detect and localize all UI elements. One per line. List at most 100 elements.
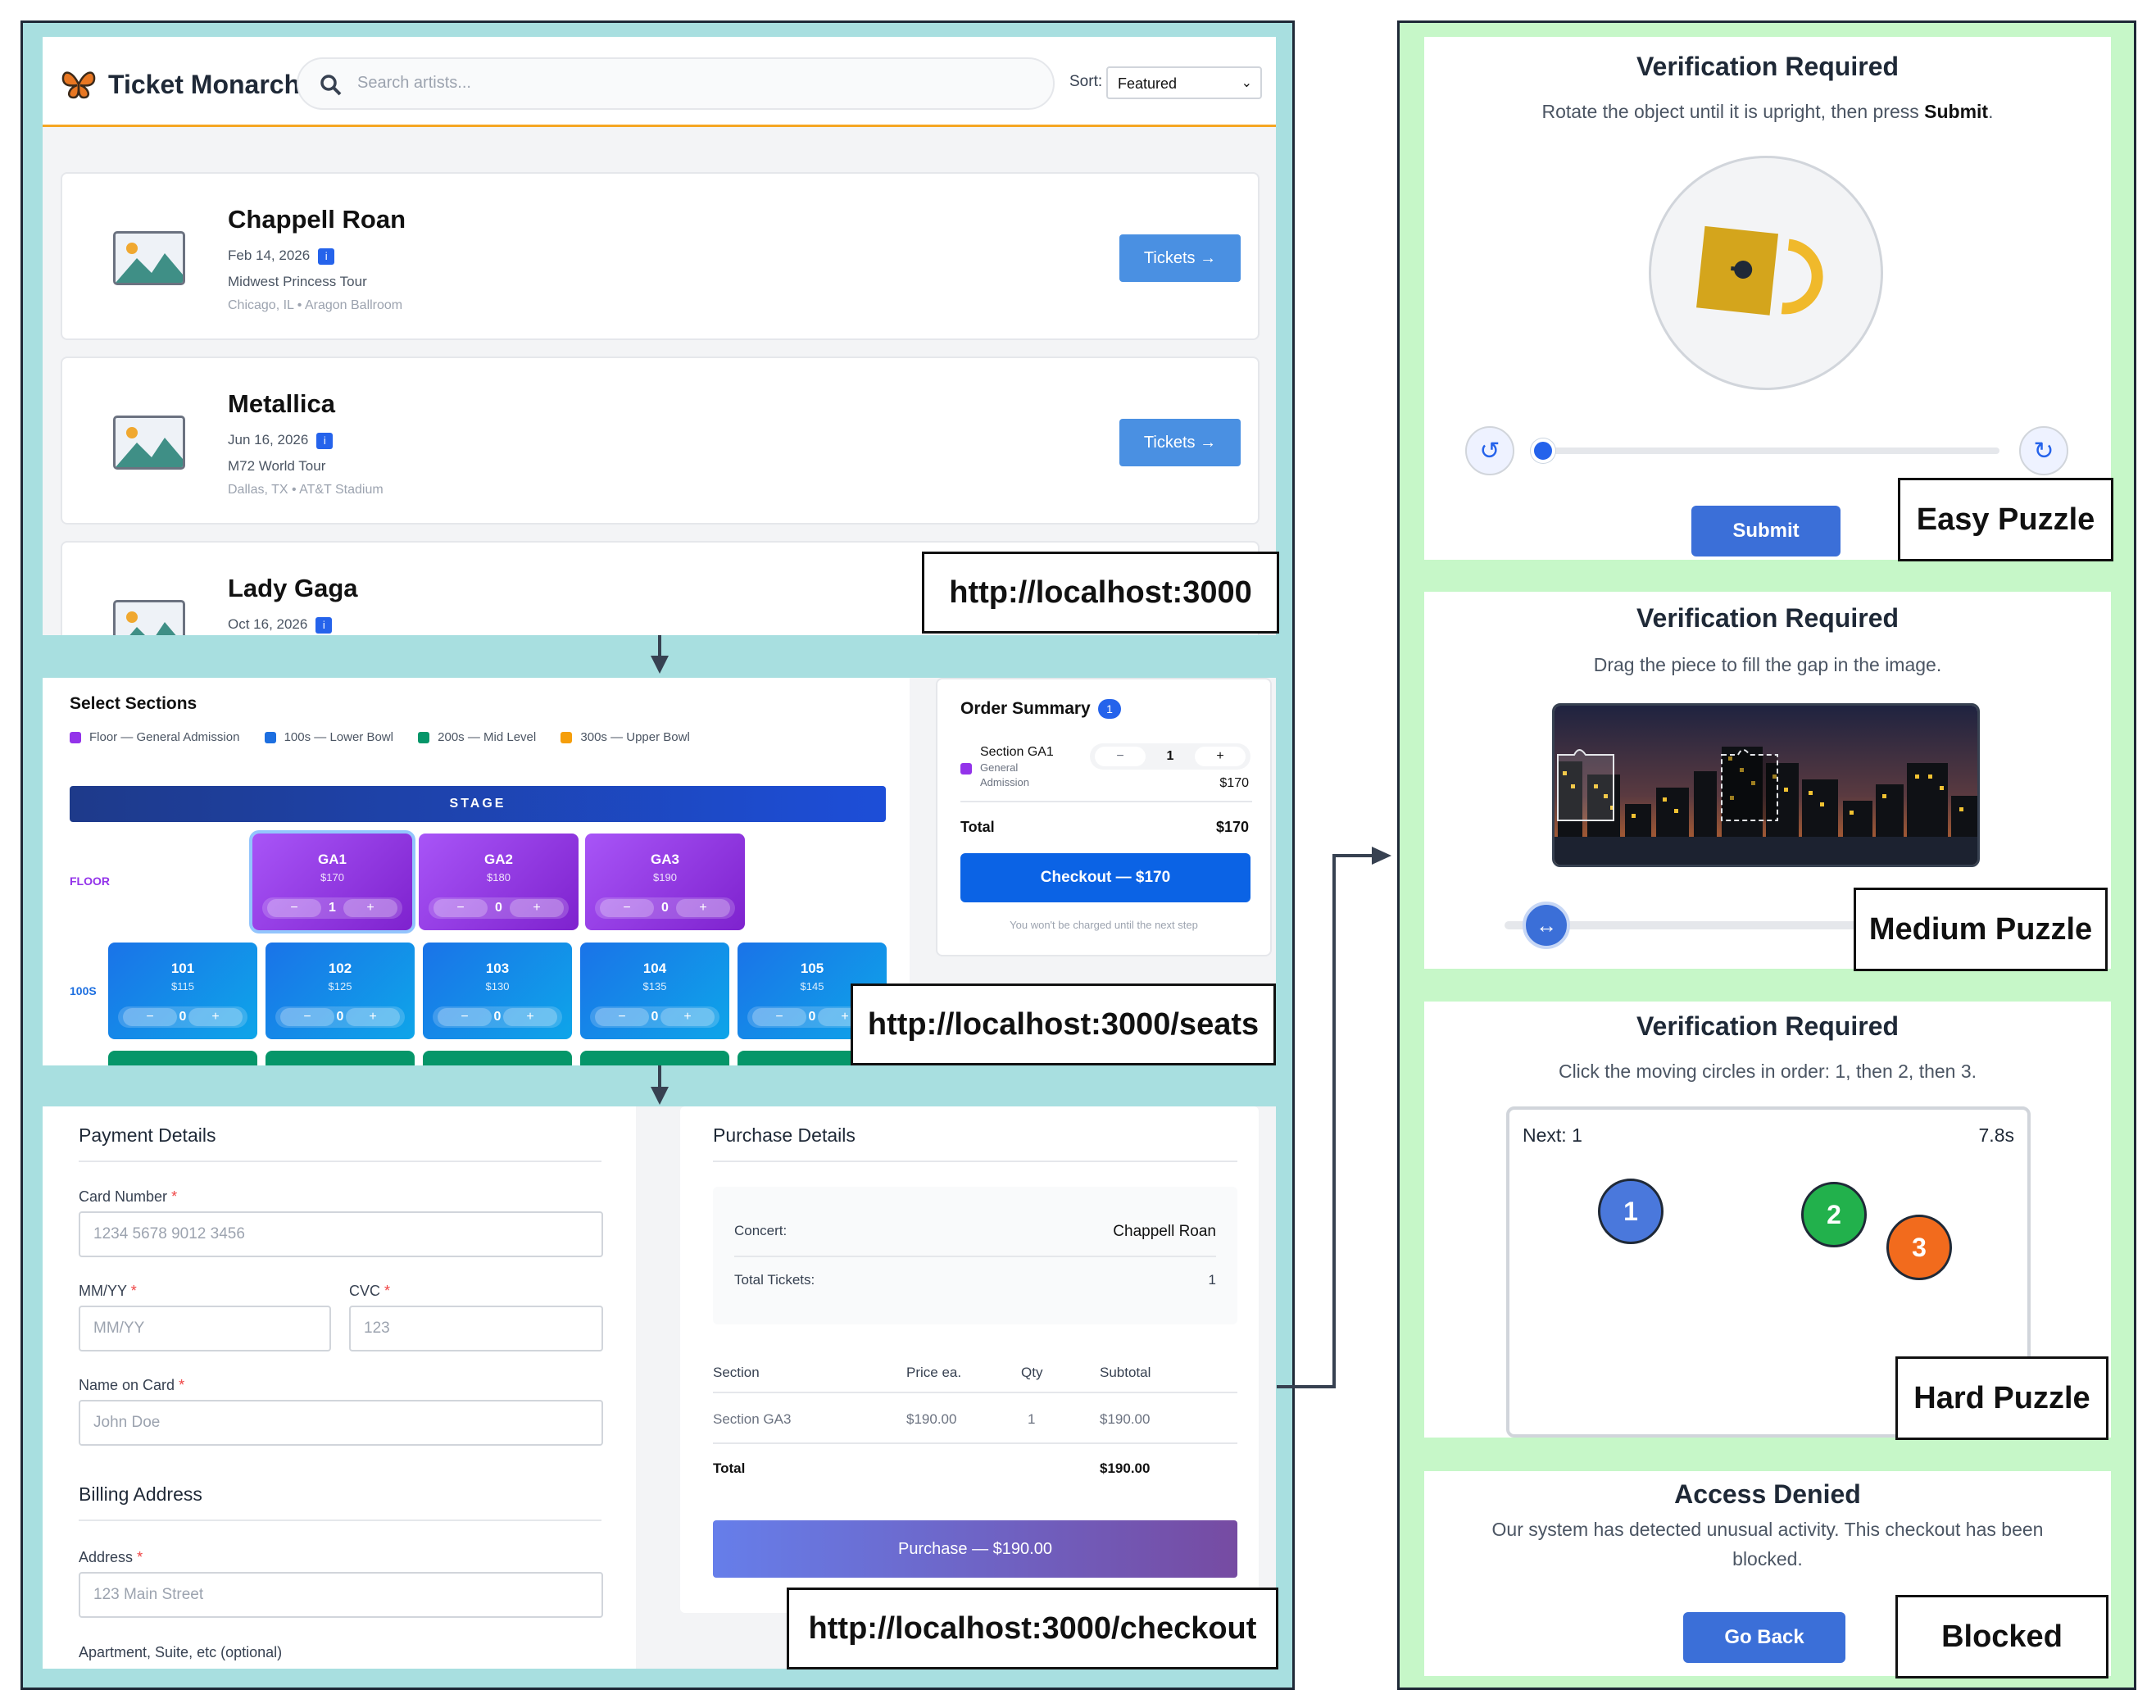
puzzle-image bbox=[1552, 703, 1980, 867]
tickets-button[interactable]: Tickets → bbox=[1119, 419, 1241, 466]
rotate-ccw-icon[interactable]: ↺ bbox=[1465, 426, 1514, 475]
verification-title: Verification Required bbox=[1636, 603, 1900, 633]
info-icon[interactable]: i bbox=[315, 616, 333, 634]
minus-button[interactable]: − bbox=[123, 1008, 177, 1026]
minus-button[interactable]: − bbox=[600, 899, 654, 917]
exp-field[interactable]: MM/YY bbox=[79, 1306, 331, 1351]
section-name: 105 bbox=[800, 961, 824, 976]
section-104[interactable]: 104 $135 −0 + bbox=[580, 943, 729, 1039]
home-page: Ticket Monarch Search artists... Sort: F… bbox=[43, 37, 1276, 635]
row-price: $190.00 bbox=[906, 1411, 957, 1427]
date-text: Feb 14, 2026 bbox=[228, 248, 311, 263]
col-price: Price ea. bbox=[906, 1365, 962, 1380]
checkout-button[interactable]: Checkout — $170 bbox=[960, 853, 1250, 902]
minus-button[interactable]: − bbox=[595, 1008, 649, 1026]
section-price: $170 bbox=[320, 871, 344, 884]
item-sub: Admission bbox=[980, 776, 1029, 788]
quantity-value: 1 bbox=[1166, 749, 1174, 763]
info-icon[interactable]: i bbox=[316, 432, 334, 449]
rotate-cw-icon[interactable]: ↻ bbox=[2019, 426, 2068, 475]
brand-name[interactable]: Ticket Monarch bbox=[108, 70, 300, 100]
section-203[interactable] bbox=[423, 1051, 572, 1065]
section-101[interactable]: 101 $115 −0 + bbox=[108, 943, 257, 1039]
purchase-title: Purchase Details bbox=[713, 1124, 856, 1146]
event-card: Chappell Roan Feb 14, 2026 i Midwest Prin… bbox=[61, 172, 1260, 340]
blocked-tag: Blocked bbox=[1895, 1595, 2108, 1678]
easy-puzzle-tag: Easy Puzzle bbox=[1898, 478, 2113, 561]
section-ga3[interactable]: GA3 $190 −0 + bbox=[585, 834, 745, 930]
concert-info-box: Concert: Chappell Roan Total Tickets: 1 bbox=[713, 1187, 1237, 1324]
section-ga2[interactable]: GA2 $180 −0 + bbox=[419, 834, 579, 930]
search-input[interactable]: Search artists... bbox=[297, 57, 1055, 110]
plus-button[interactable]: + bbox=[676, 899, 730, 917]
plus-button[interactable]: + bbox=[188, 1008, 243, 1026]
quantity-value: 1 bbox=[329, 901, 336, 915]
lower-row-label: 100S bbox=[70, 984, 97, 997]
tickets-label: Total Tickets: bbox=[734, 1272, 815, 1288]
section-204[interactable] bbox=[580, 1051, 729, 1065]
checkout-page: Payment Details Card Number * 1234 5678 … bbox=[43, 1106, 1276, 1669]
section-name: 104 bbox=[642, 961, 667, 976]
blocked-description: blocked. bbox=[1732, 1548, 1803, 1569]
plus-button[interactable]: + bbox=[343, 899, 397, 917]
section-201[interactable] bbox=[108, 1051, 257, 1065]
minus-button[interactable]: − bbox=[752, 1008, 806, 1026]
horizontal-arrows-icon[interactable]: ↔ bbox=[1523, 902, 1570, 949]
card-number-field[interactable]: 1234 5678 9012 3456 bbox=[79, 1211, 603, 1257]
quantity-value: 0 bbox=[495, 901, 502, 915]
section-102[interactable]: 102 $125 −0 + bbox=[266, 943, 415, 1039]
quantity-stepper: −0 + bbox=[118, 1006, 247, 1028]
section-name: GA1 bbox=[318, 852, 347, 867]
col-qty: Qty bbox=[1021, 1365, 1043, 1380]
section-202[interactable] bbox=[266, 1051, 415, 1065]
go-back-button[interactable]: Go Back bbox=[1683, 1612, 1845, 1663]
apt-label: Apartment, Suite, etc (optional) bbox=[79, 1644, 283, 1660]
col-section: Section bbox=[713, 1365, 760, 1380]
count-badge: 1 bbox=[1098, 699, 1121, 719]
section-color-dot bbox=[960, 763, 972, 775]
minus-button[interactable]: − bbox=[433, 899, 488, 917]
purchase-card: Purchase Details Concert: Chappell Roan … bbox=[680, 1106, 1259, 1613]
flow-arrow bbox=[658, 635, 661, 658]
section-name: 102 bbox=[328, 961, 352, 976]
cvc-field[interactable]: 123 bbox=[349, 1306, 603, 1351]
minus-button[interactable]: − bbox=[267, 899, 321, 917]
section-103[interactable]: 103 $130 −0 + bbox=[423, 943, 572, 1039]
quantity-stepper: −0 + bbox=[275, 1006, 405, 1028]
artist-name: Chappell Roan bbox=[228, 205, 406, 234]
image-placeholder-icon bbox=[113, 600, 185, 635]
rotation-slider[interactable] bbox=[1531, 447, 1999, 454]
minus-button[interactable]: − bbox=[280, 1008, 334, 1026]
total-value: $190.00 bbox=[1100, 1460, 1151, 1476]
plus-button[interactable]: + bbox=[510, 899, 564, 917]
circle-2[interactable]: 2 bbox=[1801, 1182, 1867, 1247]
circle-1[interactable]: 1 bbox=[1598, 1179, 1664, 1244]
sort-value: Featured bbox=[1118, 75, 1178, 92]
tour-name: M72 World Tour bbox=[228, 458, 326, 474]
circle-3[interactable]: 3 bbox=[1886, 1215, 1952, 1280]
minus-button[interactable]: − bbox=[1095, 747, 1146, 766]
address-field[interactable]: 123 Main Street bbox=[79, 1572, 603, 1618]
plus-button[interactable]: + bbox=[1195, 747, 1246, 766]
sort-select[interactable]: Featured ⌄ bbox=[1106, 66, 1262, 99]
plus-button[interactable]: + bbox=[660, 1008, 715, 1026]
padlock-icon[interactable] bbox=[1694, 222, 1833, 325]
purchase-button[interactable]: Purchase — $190.00 bbox=[713, 1520, 1237, 1578]
plus-button[interactable]: + bbox=[503, 1008, 557, 1026]
slider-thumb[interactable] bbox=[1531, 438, 1555, 463]
venue: Dallas, TX • AT&T Stadium bbox=[228, 483, 384, 497]
section-ga1[interactable]: GA1 $170 −1 + bbox=[252, 834, 412, 930]
plus-button[interactable]: + bbox=[346, 1008, 400, 1026]
stage-label: STAGE bbox=[449, 797, 506, 811]
flow-arrow-head bbox=[1372, 847, 1391, 865]
tickets-button[interactable]: Tickets → bbox=[1119, 234, 1241, 282]
minus-button[interactable]: − bbox=[438, 1008, 492, 1026]
medium-description: Drag the piece to fill the gap in the im… bbox=[1593, 654, 1942, 675]
event-date: Jun 16, 2026 i bbox=[228, 432, 334, 449]
name-field[interactable]: John Doe bbox=[79, 1400, 603, 1446]
submit-button[interactable]: Submit bbox=[1691, 506, 1841, 556]
info-icon[interactable]: i bbox=[318, 248, 335, 265]
tour-name: Midwest Princess Tour bbox=[228, 274, 367, 289]
checkout-note: You won't be charged until the next step bbox=[1010, 919, 1198, 931]
countdown-timer: 7.8s bbox=[1978, 1124, 2014, 1146]
